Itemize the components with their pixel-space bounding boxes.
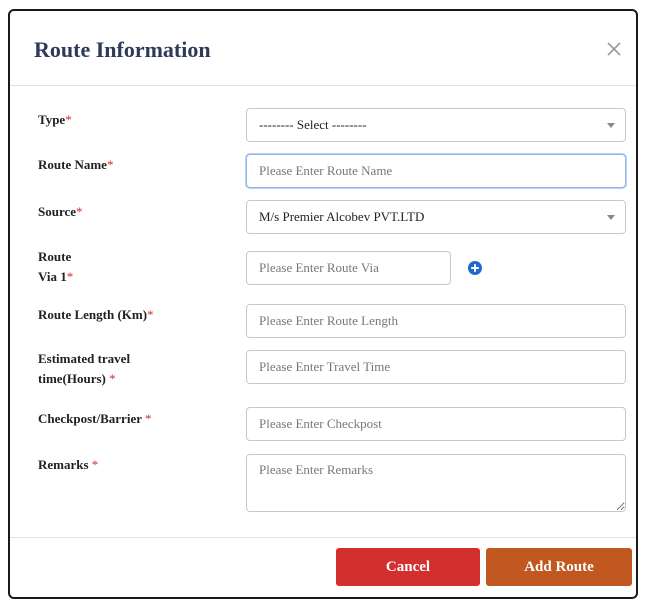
required-mark: * (109, 371, 116, 386)
required-mark: * (66, 269, 74, 284)
footer-divider (10, 537, 636, 538)
chevron-down-icon (607, 123, 615, 128)
route-via-input[interactable] (246, 251, 451, 285)
route-length-label: Route Length (Km)* (38, 307, 154, 322)
remarks-label: Remarks * (38, 457, 99, 472)
checkpost-input[interactable] (246, 407, 626, 441)
route-length-input[interactable] (246, 304, 626, 338)
source-select[interactable]: M/s Premier Alcobev PVT.LTD (246, 200, 626, 234)
travel-time-input[interactable] (246, 350, 626, 384)
add-route-button[interactable]: Add Route (486, 548, 632, 586)
required-mark: * (91, 457, 99, 472)
close-button[interactable] (604, 39, 624, 59)
route-name-label: Route Name* (38, 157, 114, 172)
cancel-button[interactable]: Cancel (336, 548, 480, 586)
modal-title: Route Information (34, 37, 211, 62)
travel-time-label: Estimated travel time(Hours) * (38, 351, 131, 386)
route-via-label: Route Via 1* (38, 249, 74, 284)
route-information-modal: Route Information Type* -------- Select … (8, 9, 638, 599)
checkpost-label: Checkpost/Barrier * (38, 411, 152, 426)
chevron-down-icon (607, 215, 615, 220)
plus-circle-icon[interactable] (468, 261, 482, 275)
route-name-input[interactable] (246, 154, 626, 188)
type-select[interactable]: -------- Select -------- (246, 108, 626, 142)
type-label: Type* (38, 112, 72, 127)
type-select-value: -------- Select -------- (259, 117, 367, 132)
source-select-value: M/s Premier Alcobev PVT.LTD (259, 209, 425, 224)
required-mark: * (76, 204, 83, 219)
remarks-textarea[interactable] (246, 454, 626, 512)
close-icon (607, 42, 621, 56)
source-label: Source* (38, 204, 83, 219)
required-mark: * (106, 157, 114, 172)
modal-header: Route Information (10, 11, 636, 86)
required-mark: * (145, 411, 152, 426)
required-mark: * (147, 307, 154, 322)
required-mark: * (65, 112, 72, 127)
